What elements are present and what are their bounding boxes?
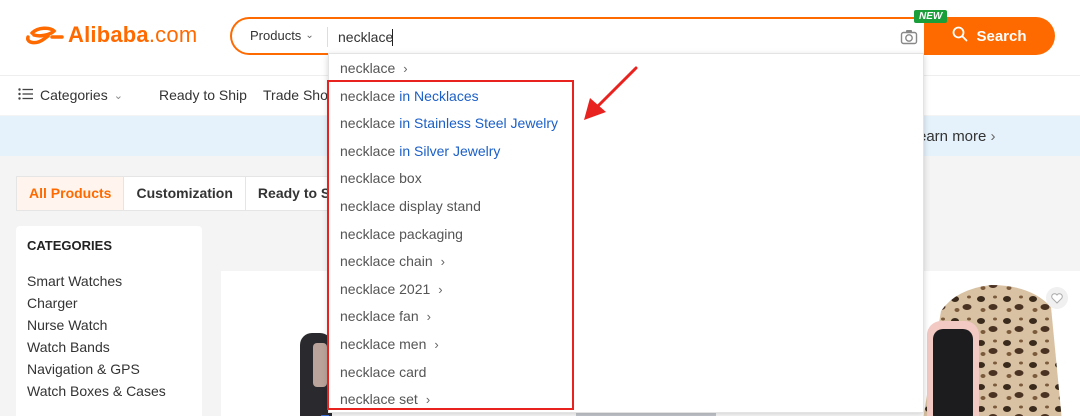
category-item[interactable]: Navigation & GPS — [27, 358, 166, 380]
nav-categories[interactable]: Categories ⌄ — [18, 87, 123, 103]
product-tabs: All Products Customization Ready to Ship — [16, 176, 366, 211]
suggestion-item[interactable]: necklace › — [340, 60, 408, 76]
search-category-label: Products — [250, 28, 302, 43]
divider — [327, 27, 328, 47]
suggestion-text: necklace — [340, 60, 396, 76]
categories-list: Smart Watches Charger Nurse Watch Watch … — [27, 270, 166, 402]
text-cursor — [392, 29, 393, 46]
learn-more-label: earn more — [918, 128, 987, 145]
alibaba-logo[interactable]: Alibaba.com — [24, 22, 197, 48]
new-badge: NEW — [914, 10, 948, 23]
category-item[interactable]: Watch Bands — [27, 336, 166, 358]
categories-panel: CATEGORIES Smart Watches Charger Nurse W… — [16, 226, 202, 416]
category-item[interactable]: Charger — [27, 292, 166, 314]
category-item[interactable]: Watch Boxes & Cases — [27, 380, 166, 402]
nav-ready-to-ship[interactable]: Ready to Ship — [159, 87, 247, 103]
highlight-box — [327, 80, 574, 410]
search-icon — [952, 26, 968, 46]
chevron-right-icon: › — [403, 60, 408, 76]
learn-more-link[interactable]: earn more › — [918, 128, 996, 145]
logo-brand: Alibaba — [68, 22, 149, 47]
favorite-heart-icon[interactable] — [1046, 287, 1068, 309]
logo-suffix: .com — [148, 22, 198, 47]
arrow-annotation-icon — [584, 66, 638, 120]
chevron-right-icon: › — [990, 128, 996, 145]
tab-all-products[interactable]: All Products — [17, 177, 125, 210]
category-item[interactable]: Nurse Watch — [27, 314, 166, 336]
tab-customization[interactable]: Customization — [124, 177, 246, 210]
search-button-label: Search — [976, 27, 1027, 45]
camera-icon[interactable] — [900, 29, 918, 50]
chevron-down-icon: ⌄ — [305, 30, 314, 41]
chevron-down-icon: ⌄ — [113, 89, 123, 102]
search-input[interactable] — [338, 25, 878, 49]
search-bar: Products ⌄ — [230, 17, 926, 55]
category-item[interactable]: Smart Watches — [27, 270, 166, 292]
menu-icon — [18, 87, 34, 103]
nav-categories-label: Categories — [40, 87, 108, 103]
categories-title: CATEGORIES — [27, 238, 112, 253]
alibaba-logo-icon — [24, 23, 66, 47]
search-category-select[interactable]: Products ⌄ — [250, 28, 314, 43]
